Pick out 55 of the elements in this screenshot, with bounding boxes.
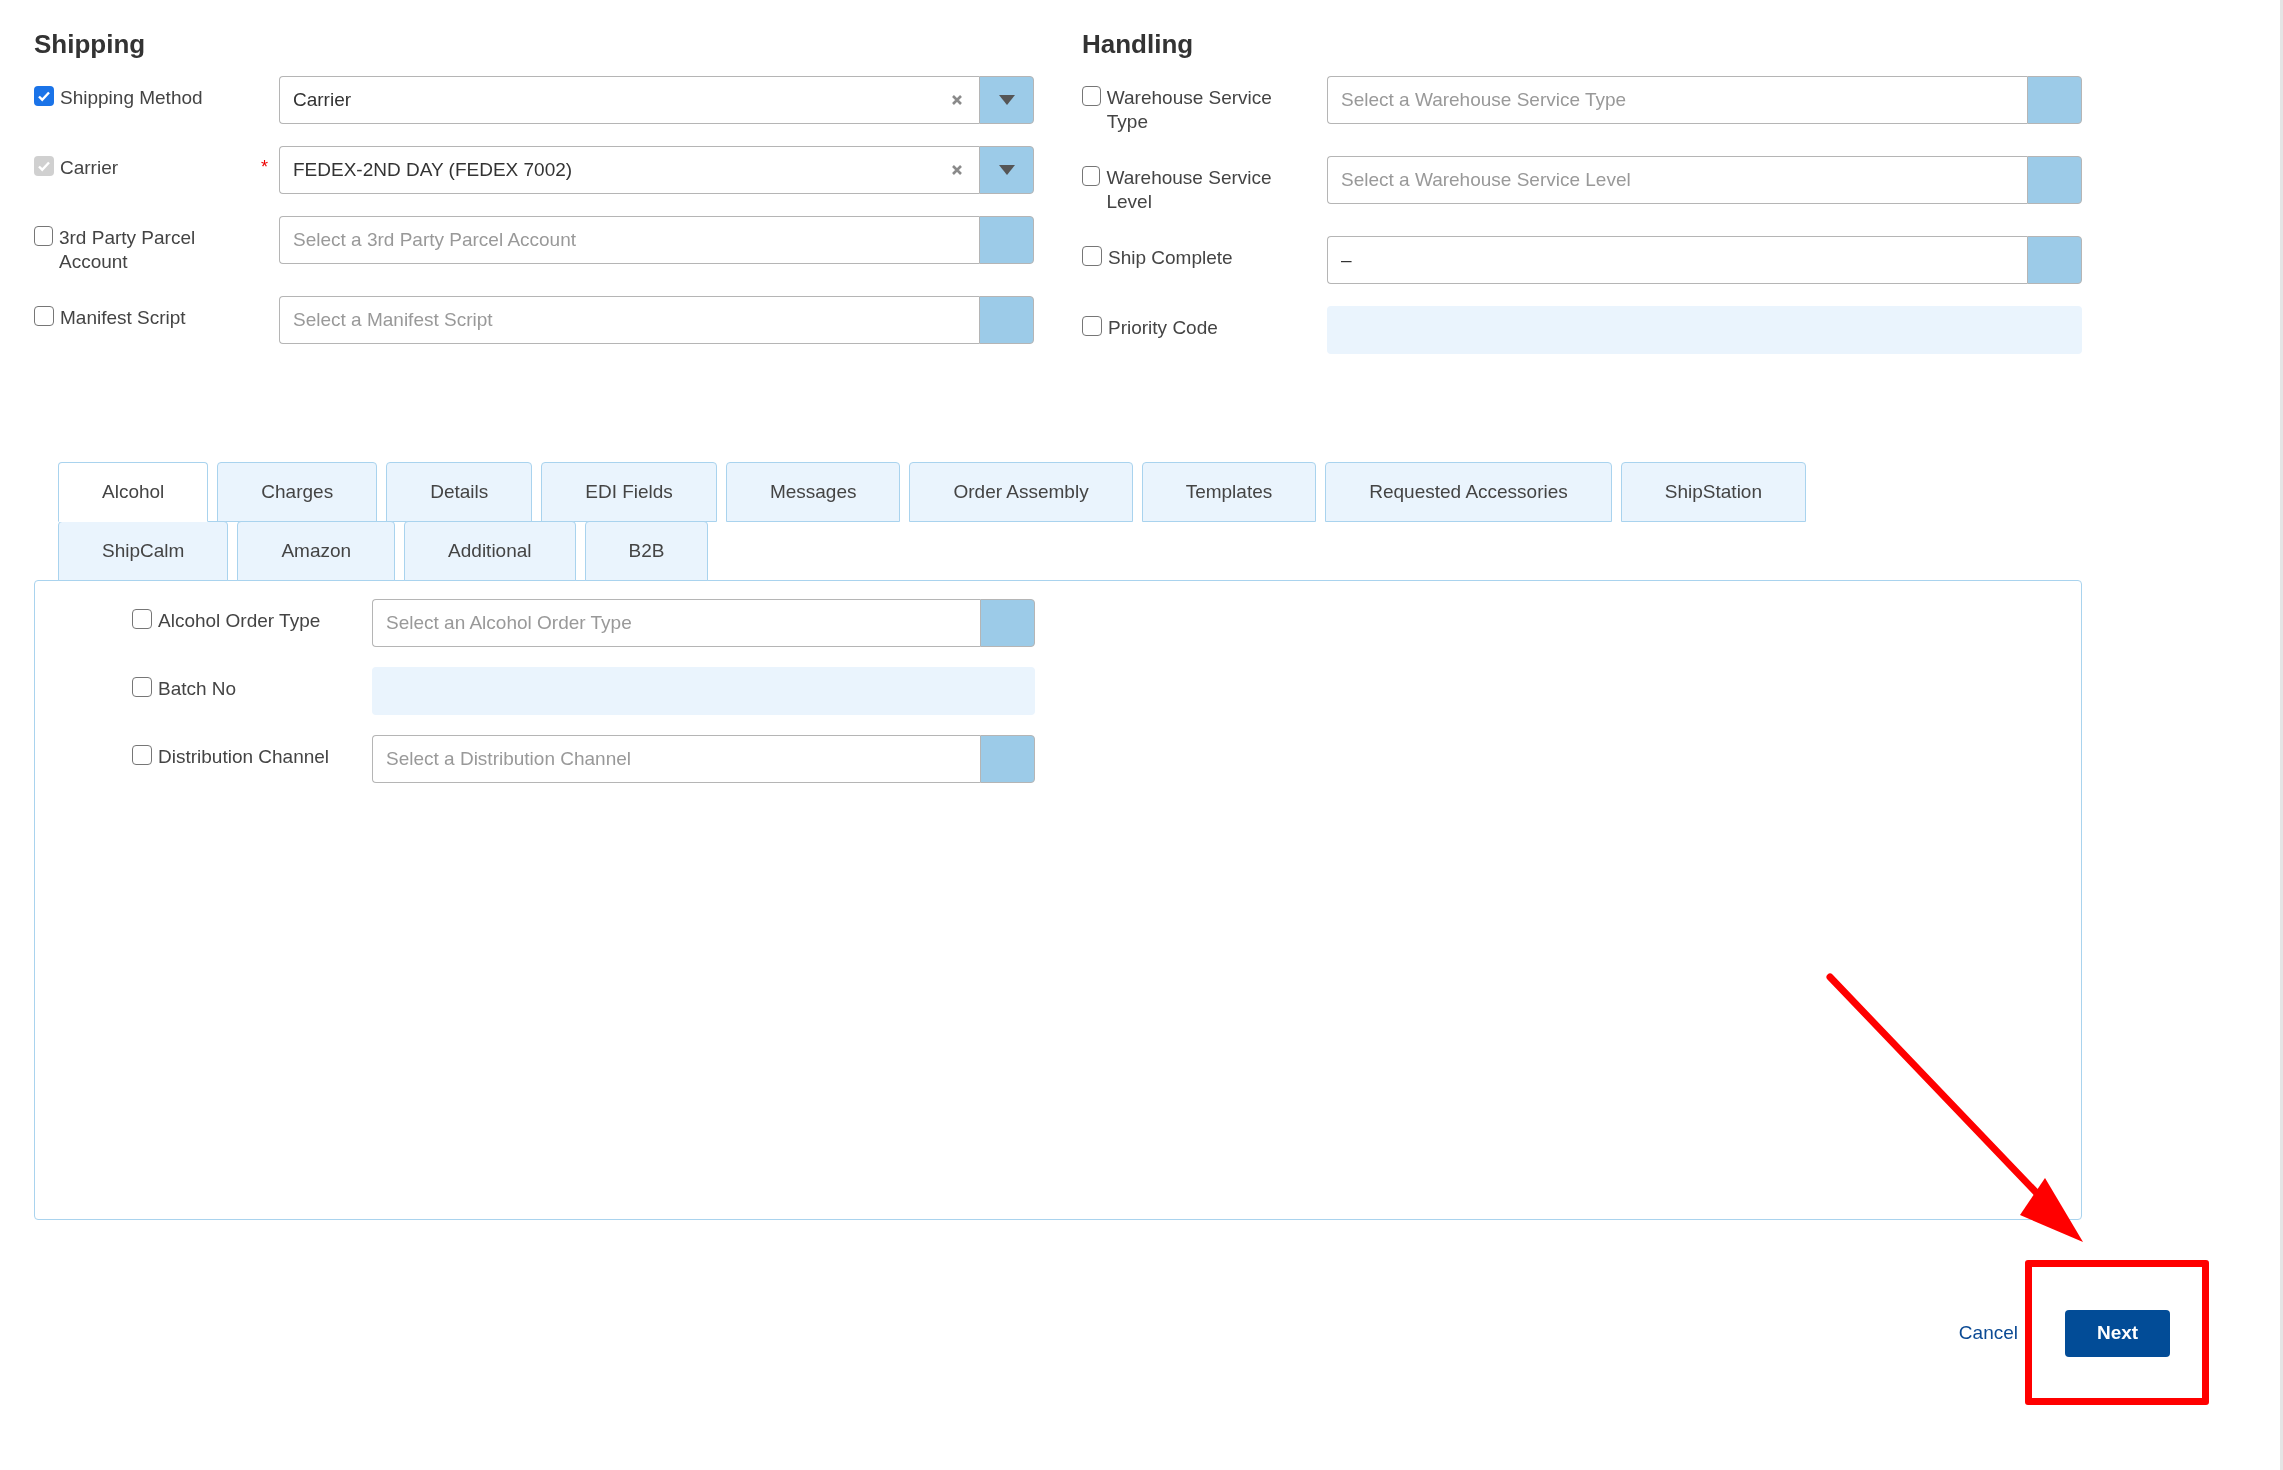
- tab[interactable]: Templates: [1141, 462, 1317, 522]
- checkbox[interactable]: [132, 745, 152, 765]
- checkbox[interactable]: [1082, 246, 1102, 266]
- tab[interactable]: Additional: [404, 521, 576, 581]
- dropdown-field[interactable]: Select a Warehouse Service Type: [1327, 76, 2027, 124]
- field-label: Ship Complete: [1108, 246, 1233, 270]
- tab[interactable]: Alcohol: [58, 462, 209, 522]
- field-label: Carrier: [60, 156, 119, 180]
- caret-icon: [997, 94, 1016, 106]
- field-label: Batch No: [158, 677, 237, 701]
- checkbox[interactable]: [34, 306, 54, 326]
- checkbox[interactable]: [1082, 316, 1102, 336]
- tab[interactable]: Amazon: [237, 521, 396, 581]
- field-label: Distribution Channel: [158, 745, 330, 769]
- tab[interactable]: B2B: [584, 521, 709, 581]
- dropdown-button[interactable]: [979, 76, 1034, 124]
- dropdown-field[interactable]: Select a Warehouse Service Level: [1327, 156, 2027, 204]
- section-title: Handling: [1082, 28, 1195, 60]
- dropdown-field[interactable]: Select a Distribution Channel: [372, 735, 980, 783]
- tab[interactable]: Details: [386, 462, 533, 522]
- tab[interactable]: Requested Accessories: [1325, 462, 1612, 522]
- next-button[interactable]: Next: [2065, 1310, 2170, 1357]
- field-label: Shipping Method: [60, 86, 203, 110]
- dropdown-field[interactable]: Select a 3rd Party Parcel Account: [279, 216, 979, 264]
- tab[interactable]: ShipStation: [1620, 462, 1806, 522]
- checkbox[interactable]: [1082, 86, 1101, 106]
- tab[interactable]: Messages: [725, 462, 901, 522]
- field-label: Manifest Script: [60, 306, 186, 330]
- check-icon: [37, 89, 51, 103]
- tab[interactable]: Order Assembly: [909, 462, 1133, 522]
- check-icon: [37, 159, 51, 173]
- dropdown-field[interactable]: Carrier: [279, 76, 979, 124]
- field-label: 3rd Party Parcel Account: [58, 226, 197, 274]
- tab[interactable]: EDI Fields: [541, 462, 717, 522]
- checkbox[interactable]: [132, 609, 152, 629]
- checkbox[interactable]: [132, 677, 152, 697]
- dropdown-field[interactable]: Select an Alcohol Order Type: [372, 599, 980, 647]
- dropdown-field[interactable]: Select a Manifest Script: [279, 296, 979, 344]
- caret-icon: [997, 164, 1016, 176]
- field-label: Priority Code: [1108, 316, 1218, 340]
- clear-icon[interactable]: [951, 164, 963, 176]
- clear-icon[interactable]: [951, 94, 963, 106]
- checkbox[interactable]: [1082, 166, 1101, 186]
- field-label: Alcohol Order Type: [158, 609, 321, 633]
- checkbox[interactable]: [34, 86, 54, 106]
- dropdown-field[interactable]: –: [1327, 236, 2027, 284]
- tab[interactable]: ShipCalm: [58, 521, 229, 581]
- tab[interactable]: Charges: [217, 462, 378, 522]
- checkbox[interactable]: [34, 226, 53, 246]
- field-label: Warehouse Service Type: [1106, 86, 1273, 134]
- field-label: Warehouse Service Level: [1106, 166, 1273, 214]
- section-title: Shipping: [34, 28, 147, 60]
- required-mark: *: [261, 158, 268, 176]
- dropdown-button[interactable]: [979, 146, 1034, 194]
- cancel-link[interactable]: Cancel: [1958, 1319, 2018, 1348]
